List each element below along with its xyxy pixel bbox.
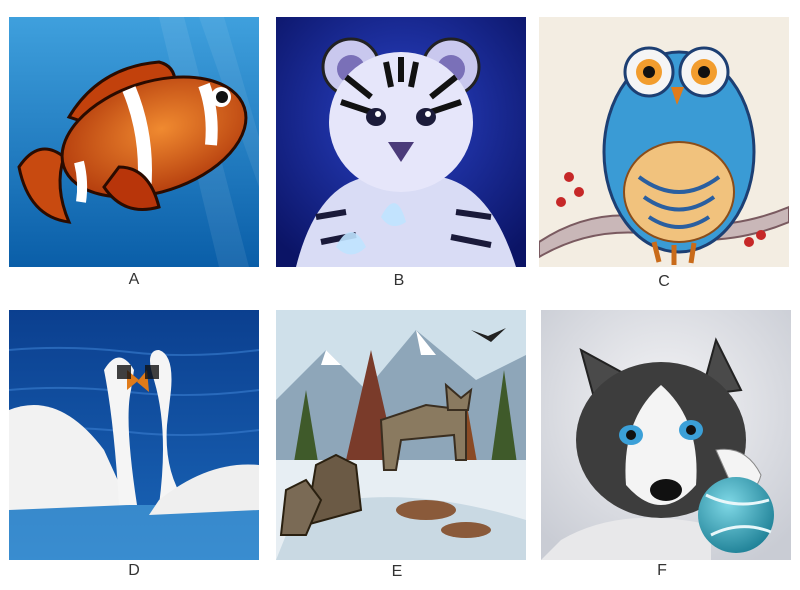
wolves-painting xyxy=(276,310,526,560)
swans-painting xyxy=(9,310,259,560)
option-d-image[interactable] xyxy=(9,310,259,560)
tiger-cub-painting xyxy=(276,17,526,267)
owl-painting xyxy=(539,17,789,267)
option-e-image[interactable] xyxy=(276,310,526,560)
option-e-label: E xyxy=(391,563,403,580)
clownfish-painting xyxy=(9,17,259,267)
option-b-image[interactable] xyxy=(276,17,526,267)
option-f-label: F xyxy=(657,562,667,579)
image-choice-grid: { "options": [ {"label": "A", "subject":… xyxy=(0,0,800,590)
option-a-label: A xyxy=(128,271,140,288)
option-c-label: C xyxy=(658,273,670,290)
option-c-image[interactable] xyxy=(539,17,789,267)
option-b-label: B xyxy=(393,272,405,289)
option-f-image[interactable] xyxy=(541,310,791,560)
option-d-label: D xyxy=(128,562,140,579)
option-a-image[interactable] xyxy=(9,17,259,267)
husky-puppy-painting xyxy=(541,310,791,560)
